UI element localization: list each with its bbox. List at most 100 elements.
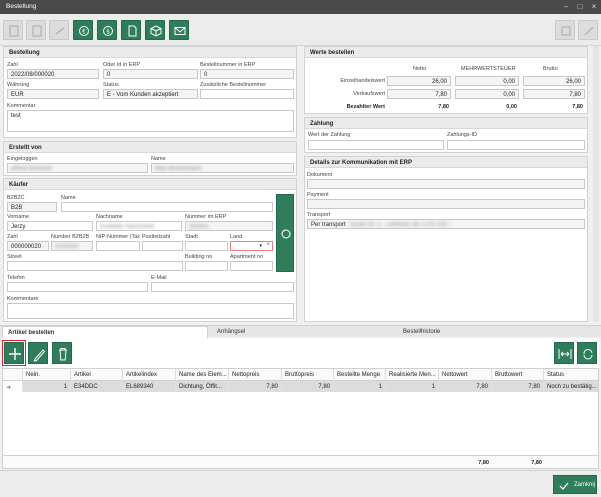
save-disabled-button[interactable] <box>555 20 575 40</box>
wert-field[interactable] <box>308 140 444 150</box>
erstellt-name-value: Max Mustermann <box>155 165 202 172</box>
grid-header[interactable]: Bestellte Menge <box>334 369 386 381</box>
table-cell[interactable]: 1 <box>23 381 71 392</box>
maximize-icon[interactable]: □ <box>575 2 585 12</box>
table-cell[interactable]: Noch zu bestätig... <box>544 381 598 392</box>
erstellt-name-field[interactable]: Max Mustermann <box>151 163 294 173</box>
status-field[interactable]: E - Vom Kunden akzeptiert <box>103 89 198 99</box>
bestellung-panel: Bestellung Zahl 2022/08/000020 Oder Id i… <box>3 46 297 138</box>
fit-columns-button[interactable] <box>554 342 574 364</box>
stadt-field[interactable] <box>185 241 228 251</box>
werte-mwst: 0,00 <box>455 89 519 99</box>
minimize-icon[interactable]: – <box>561 2 571 12</box>
check-icon <box>559 482 569 490</box>
table-cell[interactable]: Dichtung, Öffit... <box>176 381 229 392</box>
werte-brutto: 7,80 <box>572 104 583 110</box>
refresh-grid-button[interactable] <box>577 342 597 364</box>
nummer-field[interactable]: 000001 <box>185 221 273 231</box>
grid-header[interactable]: Realisierte Men... <box>386 369 439 381</box>
werte-netto: 7,80 <box>438 104 449 110</box>
table-cell[interactable]: E34DDC <box>71 381 123 392</box>
dollar-button[interactable]: $ <box>97 20 117 40</box>
document-icon-button[interactable] <box>121 20 141 40</box>
eingeloggt-field[interactable]: admin.benutzer <box>7 163 148 173</box>
euro-refresh-button[interactable]: € <box>73 20 93 40</box>
copy-doc-button[interactable] <box>26 20 46 40</box>
payment-field[interactable] <box>307 199 585 209</box>
table-cell[interactable]: EL689340 <box>123 381 176 392</box>
number-b2b-field[interactable]: 0000000 <box>51 241 93 251</box>
tab-anhaengsel[interactable]: Anhängsel <box>212 326 392 338</box>
table-cell[interactable]: 7,80 <box>229 381 282 392</box>
table-cell[interactable]: 1 <box>334 381 386 392</box>
grid-header[interactable]: Status <box>544 369 598 381</box>
apartment-label: Apartment no <box>230 254 264 260</box>
telefon-field[interactable] <box>7 282 148 292</box>
grid-header[interactable]: Artikel <box>71 369 123 381</box>
grid-header[interactable]: Nettopreis <box>229 369 282 381</box>
email-field[interactable] <box>151 282 294 292</box>
nip-field[interactable] <box>96 241 140 251</box>
stadt-label: Stadt <box>185 234 198 240</box>
add-item-button[interactable] <box>2 340 26 366</box>
table-cell[interactable]: 1 <box>386 381 439 392</box>
mail-button[interactable] <box>169 20 189 40</box>
tab-artikel-bestellen[interactable]: Artikel bestellen <box>2 326 208 338</box>
transport-field[interactable]: Per transport Kurier Nr. 1 - Lieferant, … <box>307 219 585 229</box>
waehrung-field[interactable]: EUR <box>7 89 99 99</box>
panel-header: Bestellung <box>4 47 296 58</box>
kaeufer-zahl-field[interactable]: 000000020 <box>7 241 49 251</box>
link-button[interactable] <box>49 20 69 40</box>
zahlungs-id-field[interactable] <box>447 140 585 150</box>
delete-item-button[interactable] <box>52 342 72 364</box>
vorname-field[interactable]: Jerzy <box>7 221 93 231</box>
zahl-label: Zahl <box>7 62 18 68</box>
kaeufer-name-field[interactable] <box>61 202 273 212</box>
table-cell[interactable]: 7,80 <box>439 381 492 392</box>
grid-header[interactable]: Name des Elem... <box>176 369 229 381</box>
postleitzahl-field[interactable] <box>142 241 183 251</box>
edit-disabled-button[interactable] <box>578 20 598 40</box>
werte-brutto: 7,80 <box>523 89 585 99</box>
transport-label: Transport <box>307 212 331 218</box>
order-id-field[interactable]: 0 <box>103 69 198 79</box>
werte-row-label: Einzelhandelswert <box>340 78 385 84</box>
clear-icon[interactable]: × <box>266 242 270 248</box>
zahl-field[interactable]: 2022/08/000020 <box>7 69 99 79</box>
close-button[interactable]: Zamknij <box>553 475 597 494</box>
grid-header[interactable]: Bruttopreis <box>282 369 334 381</box>
close-window-icon[interactable]: × <box>589 2 599 12</box>
table-cell[interactable]: 7,80 <box>282 381 334 392</box>
werte-mwst: 0,00 <box>455 76 519 86</box>
pencil-icon <box>33 349 46 362</box>
save-doc-button[interactable] <box>3 20 23 40</box>
nachname-field[interactable]: Kowalski Nachname <box>96 221 182 231</box>
grid-header[interactable]: Nein. <box>23 369 71 381</box>
chevron-down-icon[interactable]: ▾ <box>259 243 262 249</box>
b2b-field[interactable]: B2B <box>7 202 57 212</box>
grid-header[interactable]: Bruttowert <box>492 369 544 381</box>
zusatz-field[interactable] <box>200 89 294 99</box>
grid-header[interactable]: Artikelindex <box>123 369 176 381</box>
werte-row-label: Bezahlter Wert <box>346 104 385 110</box>
edit-item-button[interactable] <box>28 342 48 364</box>
building-field[interactable] <box>185 261 228 271</box>
kommentare-field[interactable] <box>7 303 294 319</box>
refresh-buyer-button[interactable] <box>276 194 294 272</box>
nachname-value: Kowalski Nachname <box>100 223 155 230</box>
zahlung-panel: Zahlung Wert der Zahlung Zahlungs-ID <box>304 117 588 153</box>
bestellnummer-field[interactable]: 0 <box>200 69 294 79</box>
table-cell[interactable]: 7,80 <box>492 381 544 392</box>
scrollbar[interactable] <box>593 46 599 322</box>
postleitzahl-label: Postleitzahl <box>142 234 171 240</box>
dokument-field[interactable] <box>307 179 585 189</box>
land-select[interactable]: ▾ × <box>230 241 273 251</box>
apartment-field[interactable] <box>230 261 273 271</box>
kommentar-field[interactable]: test <box>7 110 294 132</box>
tab-bestellhistorie[interactable]: Bestellhistorie <box>398 326 594 338</box>
grid-header[interactable]: Nettowert <box>439 369 492 381</box>
street-field[interactable] <box>7 261 183 271</box>
werte-mwst: 0,00 <box>506 104 517 110</box>
werte-netto: 7,80 <box>387 89 451 99</box>
package-button[interactable] <box>145 20 165 40</box>
